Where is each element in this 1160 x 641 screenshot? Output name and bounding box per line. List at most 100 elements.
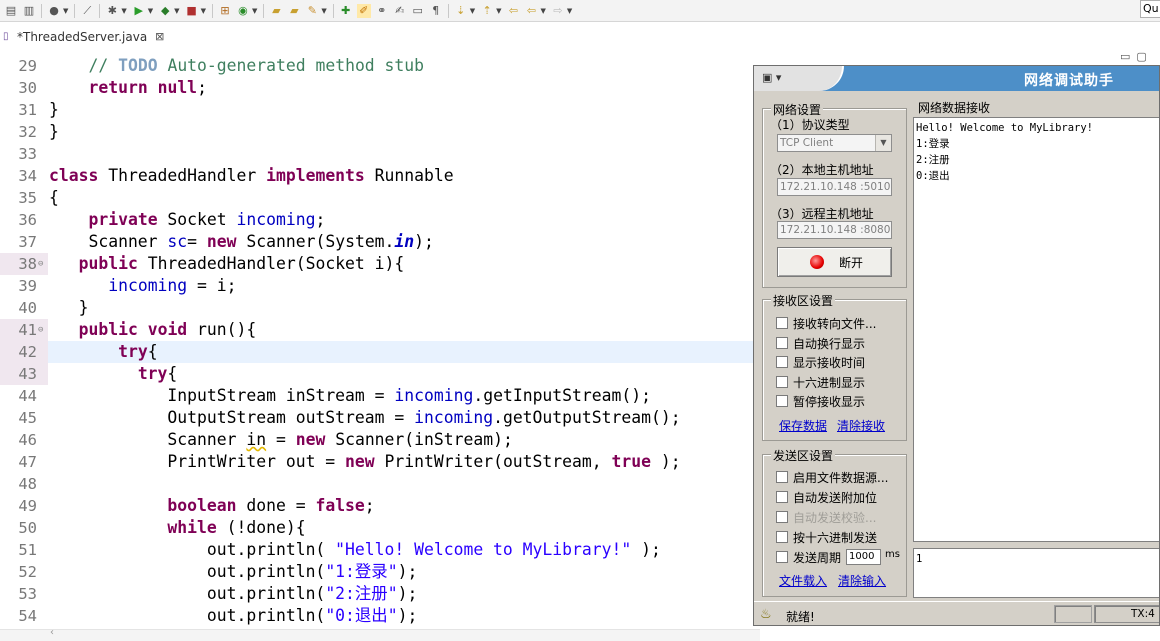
code-line[interactable]: 52 out.println("1:登录"); <box>0 561 760 583</box>
code-line[interactable]: 40 } <box>0 297 760 319</box>
code-line[interactable]: 42 try{ <box>0 341 760 363</box>
edit-icon[interactable]: ✍ <box>393 4 407 18</box>
line-gutter[interactable]: 37 <box>0 231 48 253</box>
send-data-input[interactable]: 1 <box>913 548 1159 598</box>
line-gutter[interactable]: 47 <box>0 451 48 473</box>
code-line[interactable]: 35 { <box>0 187 760 209</box>
scroll-left-icon[interactable]: ‹ <box>50 627 54 638</box>
line-gutter[interactable]: 33 <box>0 143 48 165</box>
line-gutter[interactable]: 43 <box>0 363 48 385</box>
chevron-down-icon[interactable]: ▼ <box>121 7 126 15</box>
option-checkbox[interactable] <box>776 317 788 329</box>
line-gutter[interactable]: 39 <box>0 275 48 297</box>
line-gutter[interactable]: 36 <box>0 209 48 231</box>
code-line[interactable]: 53 out.println("2:注册"); <box>0 583 760 605</box>
line-gutter[interactable]: 31 <box>0 99 48 121</box>
horizontal-scrollbar[interactable]: ‹ <box>0 627 760 641</box>
load-file-link[interactable]: 文件载入 <box>779 572 827 589</box>
chevron-down-icon[interactable]: ▼ <box>496 7 501 15</box>
line-gutter[interactable]: 42 <box>0 341 48 363</box>
code-editor[interactable]: 29 // TODO Auto-generated method stub 30 … <box>0 55 760 629</box>
chevron-down-icon[interactable]: ▼ <box>567 7 572 15</box>
code-line[interactable]: 43 try{ <box>0 363 760 385</box>
open-task-icon[interactable]: ▰ <box>287 4 301 18</box>
chevron-down-icon[interactable]: ▼ <box>875 135 891 151</box>
code-line[interactable]: 32} <box>0 121 760 143</box>
user-icon[interactable]: ● <box>47 4 61 18</box>
code-line[interactable]: 46 Scanner in = new Scanner(inStream); <box>0 429 760 451</box>
run-icon[interactable]: ▶ <box>132 4 146 18</box>
search-icon[interactable]: ✎ <box>305 4 319 18</box>
line-gutter[interactable]: 45 <box>0 407 48 429</box>
code-line[interactable]: 36 private Socket incoming; <box>0 209 760 231</box>
code-line[interactable]: 45 OutputStream outStream = incoming.get… <box>0 407 760 429</box>
chevron-down-icon[interactable]: ▼ <box>252 7 257 15</box>
highlight-icon[interactable]: ✐ <box>356 3 371 18</box>
line-gutter[interactable]: 49 <box>0 495 48 517</box>
debug-icon[interactable]: ✱ <box>105 4 119 18</box>
line-gutter[interactable]: 46 <box>0 429 48 451</box>
line-gutter[interactable]: 32 <box>0 121 48 143</box>
option-checkbox[interactable] <box>776 491 788 503</box>
line-gutter[interactable]: 48 <box>0 473 48 495</box>
fold-icon[interactable]: ⊖ <box>38 319 43 341</box>
last-edit-icon[interactable]: ⇦ <box>507 4 521 18</box>
chevron-down-icon[interactable]: ▼ <box>541 7 546 15</box>
option-checkbox[interactable] <box>776 356 788 368</box>
local-address-field[interactable]: 172.21.10.148 :50106 <box>777 178 892 196</box>
line-gutter[interactable]: 50 <box>0 517 48 539</box>
send-period-input[interactable]: 1000 <box>846 549 881 565</box>
line-gutter[interactable]: 51 <box>0 539 48 561</box>
system-menu-icon[interactable]: ▣ ▾ <box>762 71 781 84</box>
code-line[interactable]: 50 while (!done){ <box>0 517 760 539</box>
window-titlebar[interactable]: ▣ ▾ 网络调试助手 <box>754 66 1159 91</box>
coverage-icon[interactable]: ◆ <box>158 4 172 18</box>
save-data-link[interactable]: 保存数据 <box>779 417 827 434</box>
line-gutter[interactable]: 53 <box>0 583 48 605</box>
code-line[interactable]: 41 ⊖ public void run(){ <box>0 319 760 341</box>
line-gutter[interactable]: 30 <box>0 77 48 99</box>
option-checkbox[interactable] <box>776 551 788 563</box>
chevron-down-icon[interactable]: ▼ <box>470 7 475 15</box>
code-line[interactable]: 51 out.println( "Hello! Welcome to MyLib… <box>0 539 760 561</box>
code-line[interactable]: 49 boolean done = false; <box>0 495 760 517</box>
chevron-down-icon[interactable]: ▼ <box>63 7 68 15</box>
chevron-down-icon[interactable]: ▼ <box>174 7 179 15</box>
code-line[interactable]: 54 out.println("0:退出"); <box>0 605 760 627</box>
external-tools-icon[interactable]: ■ <box>185 4 199 18</box>
line-gutter[interactable]: 41 ⊖ <box>0 319 48 341</box>
code-line[interactable]: 38 ⊖ public ThreadedHandler(Socket i){ <box>0 253 760 275</box>
titlebar-menu-area[interactable]: ▣ ▾ <box>754 66 844 91</box>
chevron-down-icon[interactable]: ▼ <box>321 7 326 15</box>
disconnect-button[interactable]: 断开 <box>777 247 892 277</box>
line-gutter[interactable]: 29 <box>0 55 48 77</box>
link-icon[interactable]: ⚭ <box>375 4 389 18</box>
code-line[interactable]: 48 <box>0 473 760 495</box>
fold-icon[interactable]: ⊖ <box>38 253 43 275</box>
code-line[interactable]: 44 InputStream inStream = incoming.getIn… <box>0 385 760 407</box>
code-line[interactable]: 29 // TODO Auto-generated method stub <box>0 55 760 77</box>
clear-input-link[interactable]: 清除输入 <box>838 572 886 589</box>
chevron-down-icon[interactable]: ▼ <box>148 7 153 15</box>
close-icon[interactable]: ⊠ <box>155 30 164 43</box>
option-checkbox[interactable] <box>776 511 788 523</box>
option-checkbox[interactable] <box>776 531 788 543</box>
recv-data-area[interactable]: Hello! Welcome to MyLibrary! 1:登录 2:注册 0… <box>913 117 1159 542</box>
forward-icon[interactable]: ⇨ <box>551 4 565 18</box>
clear-receive-link[interactable]: 清除接收 <box>837 417 885 434</box>
document-icon[interactable]: ▭ <box>411 4 425 18</box>
save-all-icon[interactable]: ▥ <box>22 4 36 18</box>
code-line[interactable]: 30 return null; <box>0 77 760 99</box>
line-gutter[interactable]: 40 <box>0 297 48 319</box>
back-icon[interactable]: ⇦ <box>525 4 539 18</box>
line-gutter[interactable]: 35 <box>0 187 48 209</box>
option-checkbox[interactable] <box>776 471 788 483</box>
new-class-icon[interactable]: ◉ <box>236 4 250 18</box>
code-line[interactable]: 31} <box>0 99 760 121</box>
annotation-icon[interactable]: ✚ <box>339 4 353 18</box>
line-gutter[interactable]: 44 <box>0 385 48 407</box>
line-gutter[interactable]: 38 ⊖ <box>0 253 48 275</box>
quick-access-field[interactable]: Qu <box>1140 0 1160 18</box>
new-package-icon[interactable]: ⊞ <box>218 4 232 18</box>
code-line[interactable]: 39 incoming = i; <box>0 275 760 297</box>
